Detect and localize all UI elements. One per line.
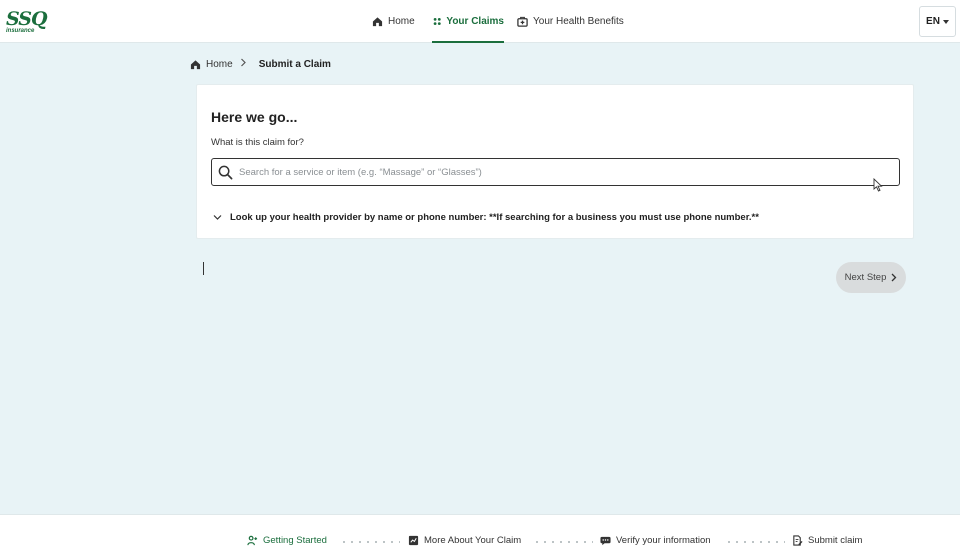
chat-bubble-icon	[600, 536, 611, 546]
language-label: EN	[926, 16, 940, 27]
claim-question-label: What is this claim for?	[211, 137, 304, 148]
step-connector	[725, 541, 785, 543]
submit-document-icon	[793, 535, 803, 546]
chevron-right-icon	[891, 273, 897, 282]
next-step-label: Next Step	[844, 272, 887, 283]
getting-started-icon	[247, 535, 258, 546]
provider-lookup-toggle[interactable]: Look up your health provider by name or …	[213, 212, 759, 223]
nav-item-health-benefits[interactable]: Your Health Benefits	[517, 0, 624, 43]
chevron-down-icon	[942, 19, 949, 24]
step-more-about-claim[interactable]: More About Your Claim	[408, 535, 521, 546]
step-getting-started[interactable]: Getting Started	[247, 535, 327, 546]
step-connector	[533, 541, 593, 543]
step-label: More About Your Claim	[424, 535, 522, 546]
claim-search-box[interactable]	[211, 158, 900, 186]
chevron-down-icon	[213, 215, 222, 220]
health-benefits-icon	[517, 16, 528, 27]
step-connector	[340, 541, 400, 543]
step-submit-claim[interactable]: Submit claim	[792, 535, 862, 546]
step-label: Submit claim	[808, 535, 863, 546]
breadcrumb-current: Submit a Claim	[258, 58, 331, 70]
mouse-pointer-icon	[873, 178, 883, 192]
nav-item-label: Your Health Benefits	[533, 16, 624, 27]
language-selector[interactable]: EN	[919, 6, 956, 37]
progress-steps: Getting Started More About Your Claim Ve…	[0, 514, 960, 559]
step-label: Getting Started	[263, 535, 327, 546]
text-caret	[203, 262, 204, 275]
nav-item-your-claims[interactable]: Your Claims	[432, 0, 504, 43]
nav-item-home[interactable]: Home	[372, 0, 415, 43]
claim-card: Here we go... What is this claim for? Lo…	[196, 84, 914, 239]
step-label: Verify your information	[616, 535, 711, 546]
nav-item-label: Your Claims	[446, 16, 504, 27]
breadcrumb-home-link[interactable]: Home	[206, 59, 233, 70]
breadcrumb: Home Submit a Claim	[190, 57, 331, 71]
search-icon	[218, 165, 233, 179]
top-navigation-bar: SSQ insurance Home Your Claims Your Heal…	[0, 0, 960, 43]
ssq-logo[interactable]: SSQ insurance	[6, 8, 48, 35]
claim-details-icon	[408, 535, 419, 546]
home-icon	[190, 59, 201, 69]
nav-item-label: Home	[388, 16, 415, 27]
next-step-button[interactable]: Next Step	[836, 262, 906, 293]
provider-lookup-label: Look up your health provider by name or …	[230, 212, 759, 223]
card-title: Here we go...	[211, 109, 298, 125]
step-verify-information[interactable]: Verify your information	[600, 535, 711, 546]
claim-search-input[interactable]	[239, 166, 859, 178]
home-icon	[372, 17, 383, 27]
claims-grid-icon	[433, 18, 441, 25]
chevron-right-icon	[240, 58, 252, 70]
logo-mark: SSQ	[6, 8, 48, 30]
